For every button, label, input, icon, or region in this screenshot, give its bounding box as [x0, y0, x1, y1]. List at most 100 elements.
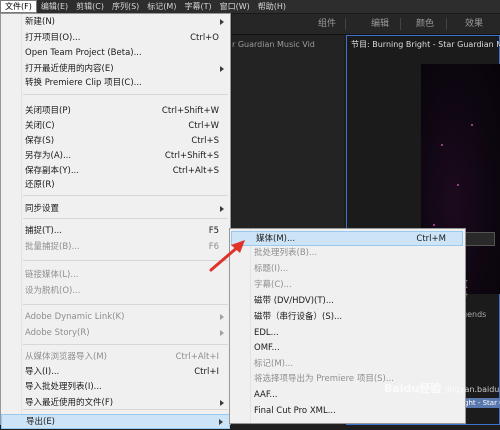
export-menu-item-磁带[interactable]: 磁带（串行设备）(S)...	[230, 310, 465, 325]
workspace-tab-color[interactable]: 颜色	[416, 14, 434, 34]
menu-title[interactable]: 字幕(T)	[180, 0, 215, 13]
watermark: Baidu经验 jingyan.baidu.com	[384, 380, 500, 396]
submenu-arrow-icon	[220, 400, 224, 406]
file-menu-item-open-team-project[interactable]: Open Team Project (Beta)...	[1, 46, 230, 61]
menu-bar: 文件(F) 编辑(E) 剪辑(C) 序列(S) 标记(M) 字幕(T) 窗口(W…	[0, 0, 500, 14]
file-menu-item-还原[interactable]: 还原(R)	[1, 178, 230, 193]
menu-separator	[23, 344, 228, 345]
export-menu-item-标题[interactable]: 标题(I)...	[230, 262, 465, 277]
export-menu-item-edl[interactable]: EDL...	[230, 326, 465, 341]
menu-item-label: 字幕(C)...	[254, 280, 292, 290]
file-menu-item-adobe-story[interactable]: Adobe Story(R)	[1, 326, 230, 341]
export-menu-item-磁带[interactable]: 磁带 (DV/HDV)(T)...	[230, 294, 465, 309]
menu-clip[interactable]: 剪辑(C)	[72, 0, 108, 13]
menu-item-label: Final Cut Pro XML...	[254, 406, 336, 416]
file-menu-item-保存[interactable]: 保存(S) Ctrl+S	[1, 134, 230, 149]
menu-marker[interactable]: 标记(M)	[143, 0, 180, 13]
file-menu-item-批量捕捉[interactable]: 批量捕捉(B)... F6	[1, 240, 230, 255]
file-menu-item-同步设置[interactable]: 同步设置	[1, 202, 230, 217]
menu-item-label: 关闭项目(P)	[25, 106, 71, 116]
watermark-subtext: jingyan.baidu.com	[445, 385, 500, 394]
menu-edit[interactable]: 编辑(E)	[37, 0, 72, 13]
workspace-tab-effects[interactable]: 效果	[465, 14, 483, 34]
menu-item-label: 保存(S)	[25, 136, 55, 146]
menu-window[interactable]: 窗口(W)	[216, 0, 254, 13]
menu-file[interactable]: 文件(F)	[0, 0, 37, 13]
menu-item-label: 新建(N)	[25, 17, 55, 27]
file-menu-item-关闭[interactable]: 关闭(C) Ctrl+W	[1, 119, 230, 134]
menu-item-label: 保存副本(Y)...	[25, 166, 79, 176]
menu-item-label: 磁带 (DV/HDV)(T)...	[254, 296, 334, 306]
file-menu-dropdown: 新建(N) 打开项目(O)... Ctrl+O Open Team Project (…	[0, 13, 231, 429]
menu-item-label: OMF...	[254, 343, 280, 353]
file-menu-item-链接媒体[interactable]: 链接媒体(L)...	[1, 268, 230, 283]
file-menu-item-捕捉[interactable]: 捕捉(T)... F5	[1, 224, 230, 239]
menu-separator	[23, 94, 228, 95]
menu-help[interactable]: 帮助(H)	[254, 0, 290, 13]
menu-item-label: 关闭(C)	[25, 121, 55, 131]
menu-sequence[interactable]: 序列(S)	[108, 0, 143, 13]
menu-separator	[23, 218, 228, 219]
menu-item-shortcut: Ctrl+Alt+I	[175, 352, 219, 362]
file-menu-item-打开最近使用的内容[interactable]: 打开最近使用的内容(E)	[1, 62, 230, 77]
menu-item-shortcut: Ctrl+M	[416, 234, 446, 244]
file-menu-item-打开项目[interactable]: 打开项目(O)... Ctrl+O	[1, 31, 230, 46]
menu-item-label: 从媒体浏览器导入(M)	[25, 352, 107, 362]
menu-item-shortcut: Ctrl+Shift+W	[161, 106, 219, 116]
submenu-arrow-icon	[220, 330, 224, 336]
program-monitor-title[interactable]: 节目: Burning Bright - Star Guardian Music…	[351, 38, 500, 52]
menu-item-label: Adobe Story(R)	[25, 328, 90, 338]
menu-item-shortcut: Ctrl+I	[194, 367, 219, 377]
export-menu-item-媒体[interactable]: 媒体(M)... Ctrl+M	[231, 231, 463, 246]
file-menu-item-导入批处理列表[interactable]: 导入批处理列表(I)...	[1, 380, 230, 395]
file-menu-item-转换-premiere-clip-项目[interactable]: 转换 Premiere Clip 项目(C)...	[1, 76, 230, 91]
menu-item-label: EDL...	[254, 328, 279, 338]
timeline-clip-label: ght - Star G	[464, 399, 500, 407]
file-menu-item-关闭项目[interactable]: 关闭项目(P) Ctrl+Shift+W	[1, 104, 230, 119]
export-menu-item-标记[interactable]: 标记(M)...	[230, 357, 465, 372]
zoom-level-dropdown[interactable]	[465, 232, 495, 246]
menu-item-label: 媒体(M)...	[256, 234, 296, 244]
workspace-tab-editing[interactable]: 编辑	[371, 14, 389, 34]
workspace-separator	[345, 18, 346, 30]
menu-item-label: 将选择项导出为 Premiere 项目(S)...	[254, 374, 394, 384]
menu-item-label: 另存为(A)...	[25, 151, 72, 161]
workspace-bar: 组件 编辑 颜色 效果	[232, 14, 500, 35]
workspace-separator	[446, 18, 447, 30]
menu-item-label: 设为脱机(O)...	[25, 286, 81, 296]
submenu-arrow-icon	[220, 66, 224, 72]
file-menu-item-导出[interactable]: 导出(E)	[1, 414, 230, 429]
file-menu-item-设为脱机[interactable]: 设为脱机(O)...	[1, 284, 230, 299]
menu-item-label: 导入批处理列表(I)...	[25, 382, 102, 392]
menu-item-label: 标题(I)...	[254, 264, 289, 274]
playback-controls-icon[interactable]: { }	[463, 280, 500, 300]
menu-item-label: 同步设置	[25, 204, 60, 214]
menu-item-label: 导入(I)...	[25, 367, 60, 377]
export-menu-item-批处理列表[interactable]: 批处理列表(B)...	[230, 246, 465, 261]
menu-separator	[23, 304, 228, 305]
menu-item-label: 打开最近使用的内容(E)	[25, 64, 114, 74]
menu-item-shortcut: Ctrl+Alt+S	[172, 166, 219, 176]
file-menu-item-另存为[interactable]: 另存为(A)... Ctrl+Shift+S	[1, 149, 230, 164]
export-menu-item-字幕[interactable]: 字幕(C)...	[230, 278, 465, 293]
submenu-arrow-icon	[220, 19, 224, 25]
menu-item-label: Adobe Dynamic Link(K)	[25, 312, 125, 322]
export-menu-item-final-cut-pro-xml[interactable]: Final Cut Pro XML...	[230, 404, 465, 419]
file-menu-item-新建[interactable]: 新建(N)	[1, 15, 230, 30]
menu-item-label: 导出(E)	[26, 417, 56, 427]
file-menu-item-保存副本[interactable]: 保存副本(Y)... Ctrl+Alt+S	[1, 164, 230, 179]
menu-item-label: AAF...	[254, 390, 278, 400]
file-menu-item-adobe-dynamic-link[interactable]: Adobe Dynamic Link(K)	[1, 310, 230, 325]
export-menu-item-omf[interactable]: OMF...	[230, 341, 465, 356]
file-menu-item-导入[interactable]: 导入(I)... Ctrl+I	[1, 365, 230, 380]
menu-item-label: Open Team Project (Beta)...	[25, 48, 142, 58]
menu-item-label: 捕捉(T)...	[25, 226, 62, 236]
menu-separator	[23, 409, 228, 410]
file-menu-item-从媒体浏览器导入[interactable]: 从媒体浏览器导入(M) Ctrl+Alt+I	[1, 350, 230, 365]
workspace-tab-assembly[interactable]: 组件	[318, 14, 336, 34]
menu-item-shortcut: Ctrl+Shift+S	[164, 151, 219, 161]
source-monitor-title[interactable]: r Guardian Music Vid	[232, 37, 340, 53]
menu-item-shortcut: Ctrl+S	[191, 136, 219, 146]
workspace-separator	[400, 18, 401, 30]
menu-item-label: 批量捕捉(B)...	[25, 242, 80, 252]
